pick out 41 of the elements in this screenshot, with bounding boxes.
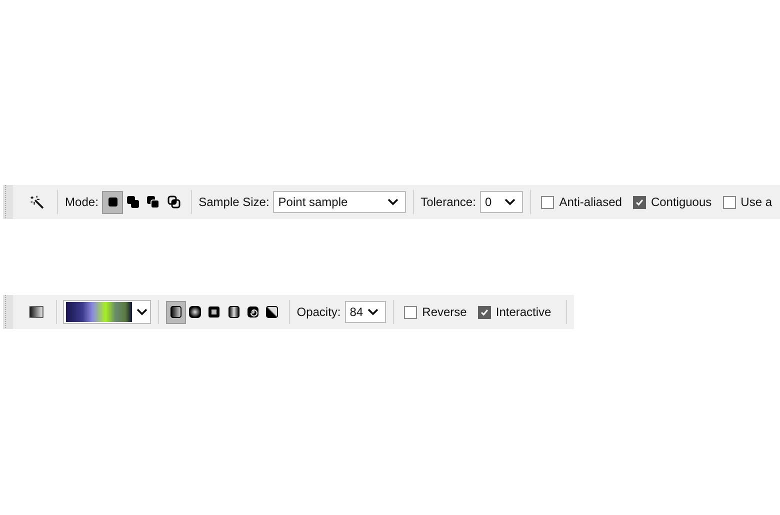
radial-gradient-icon [188,305,202,319]
mode-label: Mode: [65,195,98,209]
opacity-dropdown[interactable]: 84 [344,301,386,323]
toolbar-grip[interactable] [0,185,14,219]
gradient-dropdown[interactable] [63,300,152,324]
spiral-icon [246,305,260,319]
linear-gradient-button[interactable] [166,300,186,324]
square-icon [106,195,120,209]
checkbox[interactable] [478,306,491,318]
overlapping-squares-icon [126,195,140,209]
gradient-swatch [66,302,132,322]
checkmark-icon [634,196,645,208]
checkbox-label[interactable]: Reverse [422,305,467,319]
overlapping-squares-icon [146,195,160,209]
checkbox-label[interactable]: Contiguous [650,195,712,209]
chevron-down-icon [136,308,148,316]
chevron-down-icon [504,198,516,206]
linear-gradient-icon [168,305,183,319]
replace-mode-button[interactable] [102,190,123,214]
tolerance-dropdown[interactable]: 0 [480,191,524,213]
checkmark-icon [478,306,490,318]
diagonal-gradient-icon [265,305,280,319]
opacity-label: Opacity: [296,305,341,319]
checkbox[interactable] [541,196,554,208]
checkbox[interactable] [722,196,736,208]
reflected-gradient-icon [226,305,241,319]
checkbox[interactable] [404,306,418,318]
magic-wand-icon[interactable] [29,193,46,211]
sample-size-dropdown[interactable]: Point sample [273,191,406,213]
chevron-down-icon [367,308,380,316]
gradient-icon[interactable] [28,304,44,320]
sample-size-label: Sample Size: [198,195,270,209]
square-gradient-icon [207,305,222,319]
toolbar-grip[interactable] [0,295,13,329]
checkbox-label[interactable]: Use a [740,195,772,209]
chevron-down-icon [386,198,399,206]
checkbox[interactable] [632,196,646,208]
overlapping-outlined-squares-icon [166,195,181,209]
checkbox-label[interactable]: Anti-aliased [559,195,622,209]
checkbox-label[interactable]: Interactive [496,305,552,319]
tolerance-label: Tolerance: [420,195,476,209]
